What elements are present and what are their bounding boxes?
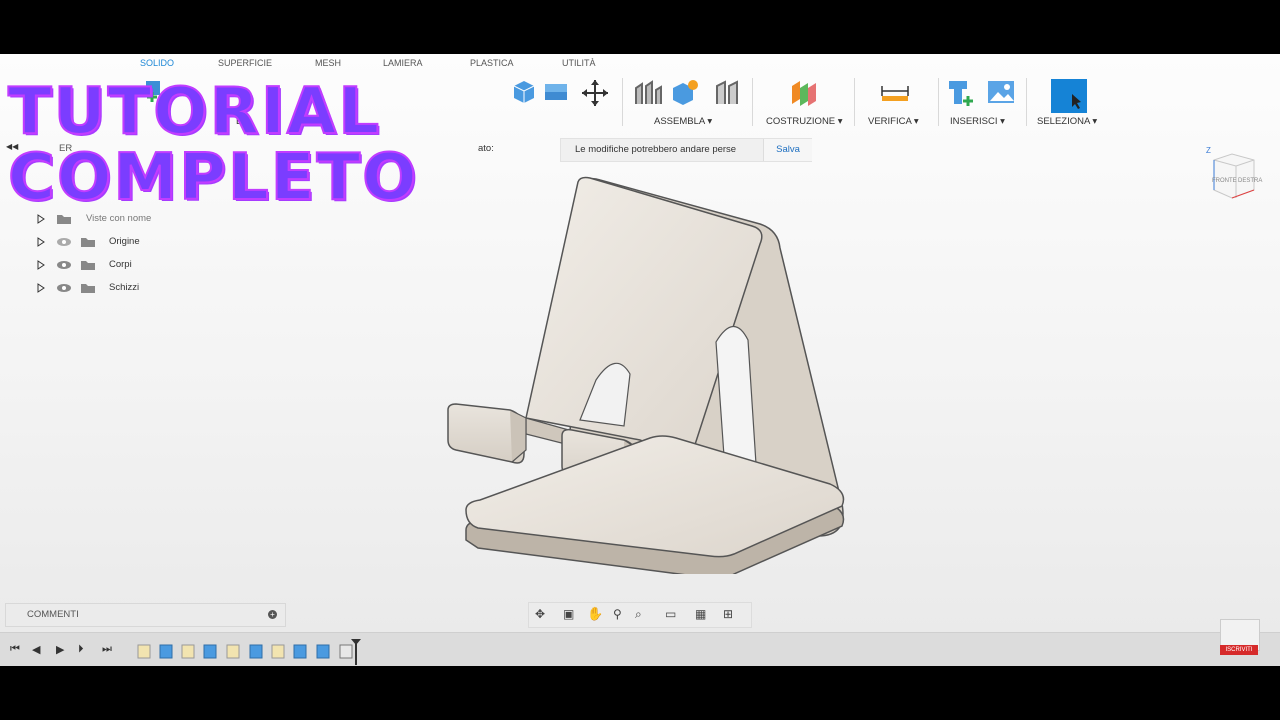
tab-lamiera[interactable]: LAMIERA: [383, 58, 423, 68]
measure-icon: [881, 86, 909, 101]
expand-arrow-icon[interactable]: [36, 214, 46, 224]
grid-icon[interactable]: ▦: [695, 607, 706, 621]
extrude-feature-icon: [249, 644, 263, 659]
sketch-feature-icon: [137, 644, 151, 659]
visibility-eye-icon[interactable]: [56, 237, 72, 247]
tab-plastica[interactable]: PLASTICA: [470, 58, 514, 68]
tab-mesh[interactable]: MESH: [315, 58, 341, 68]
viewcube-front-label: FRONTE: [1212, 178, 1237, 184]
folder-icon: [81, 284, 95, 293]
extrude-feature-icon: [159, 644, 173, 659]
verifica-group[interactable]: VERIFICA ▾: [860, 72, 934, 132]
sketch-feature-icon: [181, 644, 195, 659]
verifica-label: VERIFICA ▾: [868, 116, 919, 127]
insert-image-icon: [988, 81, 1014, 103]
tree-item-label: Schizzi: [109, 282, 140, 293]
inserisci-group[interactable]: INSERISCI ▾: [944, 72, 1024, 132]
pan-icon[interactable]: ✋: [587, 606, 603, 622]
tree-item-label: Origine: [109, 236, 140, 247]
rigid-group-icon: [716, 80, 738, 104]
move-icon: [582, 80, 608, 106]
combine-icon: [545, 84, 567, 100]
zoom-icon[interactable]: ⚲: [613, 607, 622, 621]
viewcube-icon: [1213, 153, 1255, 199]
timeline: ⏮ ◀ ▶ ⏵ ⏭ ISCRIVITI: [0, 619, 1280, 666]
look-at-icon[interactable]: ▣: [563, 607, 574, 621]
notification-prefix: ato:: [478, 143, 494, 154]
add-comment-icon[interactable]: +: [268, 610, 277, 619]
notification-message: Le modifiche potrebbero andare perse: [575, 144, 737, 155]
navigation-bar: ✥ ▣ ✋ ⚲ ⌕ ▭ ▦ ⊞: [528, 602, 752, 628]
tree-item-label: Corpi: [109, 259, 132, 270]
tree-item-corpi[interactable]: Corpi: [34, 255, 164, 275]
toolbar-separator: [1026, 78, 1027, 126]
overlay-title-line1: TUTORIAL: [7, 74, 382, 150]
sketch-feature-icon: [271, 644, 285, 659]
folder-icon: [81, 238, 95, 247]
seleziona-label: SELEZIONA ▾: [1037, 116, 1098, 127]
seleziona-group[interactable]: SELEZIONA ▾: [1032, 72, 1112, 132]
subscribe-label: ISCRIVITI: [1220, 645, 1258, 655]
offset-plane-icon: [792, 81, 816, 106]
sketch-feature-icon: [226, 644, 240, 659]
tab-solido[interactable]: SOLIDO: [140, 58, 174, 68]
toolbar-separator: [938, 78, 939, 126]
toolbar-separator: [854, 78, 855, 126]
expand-arrow-icon[interactable]: [36, 237, 46, 247]
step-back-icon[interactable]: ◀: [32, 643, 40, 656]
phone-stand-model[interactable]: [430, 164, 860, 574]
joint-icon: [635, 80, 662, 104]
folder-icon: [81, 261, 95, 270]
inserisci-label: INSERISCI ▾: [950, 116, 1005, 127]
modify-group[interactable]: [470, 72, 620, 132]
save-button[interactable]: Salva: [763, 139, 812, 161]
viewports-icon[interactable]: ⊞: [723, 607, 733, 621]
assembla-label: ASSEMBLA ▾: [654, 116, 713, 127]
comments-panel[interactable]: COMMENTI +: [5, 603, 286, 627]
bend-feature-icon: [339, 644, 353, 659]
display-settings-icon[interactable]: ▭: [665, 607, 676, 621]
fillet-feature-icon: [316, 644, 330, 659]
toolbar-separator: [622, 78, 623, 126]
step-forward-icon[interactable]: ⏵: [78, 643, 84, 656]
new-component-icon: [673, 80, 698, 105]
overlay-title-line2: COMPLETO: [7, 140, 419, 216]
play-icon[interactable]: ▶: [56, 643, 64, 656]
viewcube[interactable]: Z FRONTE DESTRA: [1204, 146, 1263, 206]
costruzione-group[interactable]: COSTRUZIONE ▾: [760, 72, 850, 132]
viewcube-right-label: DESTRA: [1238, 178, 1263, 184]
tab-superficie[interactable]: SUPERFICIE: [218, 58, 272, 68]
unsaved-notification: Le modifiche potrebbero andare perse Sal…: [560, 138, 812, 162]
assembla-group[interactable]: ASSEMBLA ▾: [628, 72, 746, 132]
expand-arrow-icon[interactable]: [36, 260, 46, 270]
extrude-feature-icon: [293, 644, 307, 659]
orbit-icon[interactable]: ✥: [535, 607, 545, 621]
tree-item-origine[interactable]: Origine: [34, 232, 164, 252]
costruzione-label: COSTRUZIONE ▾: [766, 116, 843, 127]
zoom-window-icon[interactable]: ⌕: [635, 607, 642, 622]
extrude-feature-icon: [203, 644, 217, 659]
select-cursor-icon: [1051, 79, 1087, 113]
visibility-eye-icon[interactable]: [56, 283, 72, 293]
subscribe-badge[interactable]: ISCRIVITI: [1220, 619, 1260, 661]
viewcube-axis-label: Z: [1206, 146, 1211, 155]
go-to-start-icon[interactable]: ⏮: [10, 643, 20, 656]
box-icon: [513, 81, 535, 103]
go-to-end-icon[interactable]: ⏭: [102, 643, 112, 656]
expand-arrow-icon[interactable]: [36, 283, 46, 293]
visibility-eye-icon[interactable]: [56, 260, 72, 270]
toolbar-separator: [752, 78, 753, 126]
comments-label: COMMENTI: [27, 609, 79, 620]
timeline-features[interactable]: [134, 639, 364, 665]
ribbon-tabs: SOLIDO SUPERFICIE MESH LAMIERA PLASTICA …: [0, 54, 1280, 72]
tab-utilita[interactable]: UTILITÀ: [562, 58, 596, 68]
tree-item-schizzi[interactable]: Schizzi: [34, 278, 164, 298]
insert-derive-icon: [949, 81, 973, 106]
